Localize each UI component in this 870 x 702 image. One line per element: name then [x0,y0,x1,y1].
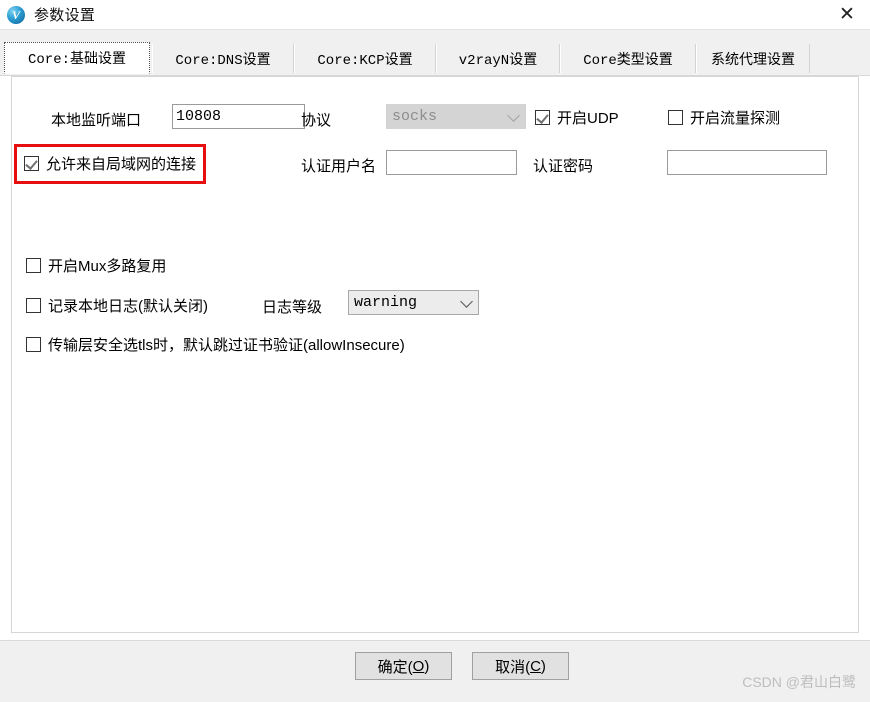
tab-core-kcp[interactable]: Core:KCP设置 [294,44,436,73]
tab-v2rayn[interactable]: v2rayN设置 [436,44,560,73]
watermark: CSDN @君山白鹭 [742,674,856,690]
ok-button-accel: O [412,657,425,675]
sniffing-checkbox-row[interactable]: 开启流量探测 [668,107,780,128]
log-level-label: 日志等级 [262,299,323,316]
protocol-label: 协议 [301,112,332,129]
udp-checkbox-row[interactable]: 开启UDP [535,107,619,128]
chevron-down-icon [460,294,473,308]
sniffing-checkbox[interactable] [668,110,683,125]
allow-insecure-label: 传输层安全选tls时，默认跳过证书验证(allowInsecure) [48,337,405,354]
settings-panel: 本地监听端口 10808 协议 socks 开启UDP 开启流量探测 允许来自局… [11,76,859,633]
v2rayn-logo-icon [7,5,25,24]
tab-core-basic[interactable]: Core:基础设置 [4,42,150,74]
local-log-checkbox[interactable] [26,298,41,313]
local-port-label: 本地监听端口 [51,112,142,129]
allow-lan-checkbox[interactable] [24,156,39,171]
udp-checkbox[interactable] [535,110,550,125]
protocol-select-value: socks [392,108,438,125]
auth-pass-label: 认证密码 [533,158,594,175]
cancel-button[interactable]: 取消(C) [472,652,569,680]
local-log-label: 记录本地日志(默认关闭) [48,298,208,315]
local-log-checkbox-row[interactable]: 记录本地日志(默认关闭) [26,295,208,316]
log-level-select-value: warning [354,294,418,311]
protocol-select[interactable]: socks [386,104,526,129]
allow-insecure-checkbox-row[interactable]: 传输层安全选tls时，默认跳过证书验证(allowInsecure) [26,334,405,355]
tab-strip: Core:基础设置 Core:DNS设置 Core:KCP设置 v2rayN设置… [0,30,870,76]
sniffing-label: 开启流量探测 [690,110,781,127]
close-icon[interactable]: ✕ [824,0,870,29]
mux-checkbox-row[interactable]: 开启Mux多路复用 [26,255,166,276]
chevron-down-icon [507,108,520,122]
local-port-input[interactable]: 10808 [172,104,305,129]
allow-insecure-checkbox[interactable] [26,337,41,352]
auth-user-label: 认证用户名 [301,158,377,175]
title-bar: 参数设置 ✕ [0,0,870,29]
tab-core-type[interactable]: Core类型设置 [560,44,696,73]
mux-label: 开启Mux多路复用 [48,258,167,275]
ok-button[interactable]: 确定(O) [355,652,452,680]
allow-lan-checkbox-row[interactable]: 允许来自局域网的连接 [24,153,196,174]
auth-pass-input[interactable] [667,150,827,175]
ok-button-label: 确定( [377,658,413,676]
udp-label: 开启UDP [557,110,619,127]
mux-checkbox[interactable] [26,258,41,273]
log-level-select[interactable]: warning [348,290,479,315]
tab-system-proxy[interactable]: 系统代理设置 [696,44,810,73]
cancel-button-tail: ) [540,657,546,675]
ok-button-tail: ) [424,657,430,675]
cancel-button-label: 取消( [495,658,531,676]
window-title: 参数设置 [34,7,96,24]
auth-user-input[interactable] [386,150,517,175]
allow-lan-label: 允许来自局域网的连接 [46,156,197,173]
tab-core-dns[interactable]: Core:DNS设置 [152,44,294,73]
cancel-button-accel: C [530,657,541,675]
